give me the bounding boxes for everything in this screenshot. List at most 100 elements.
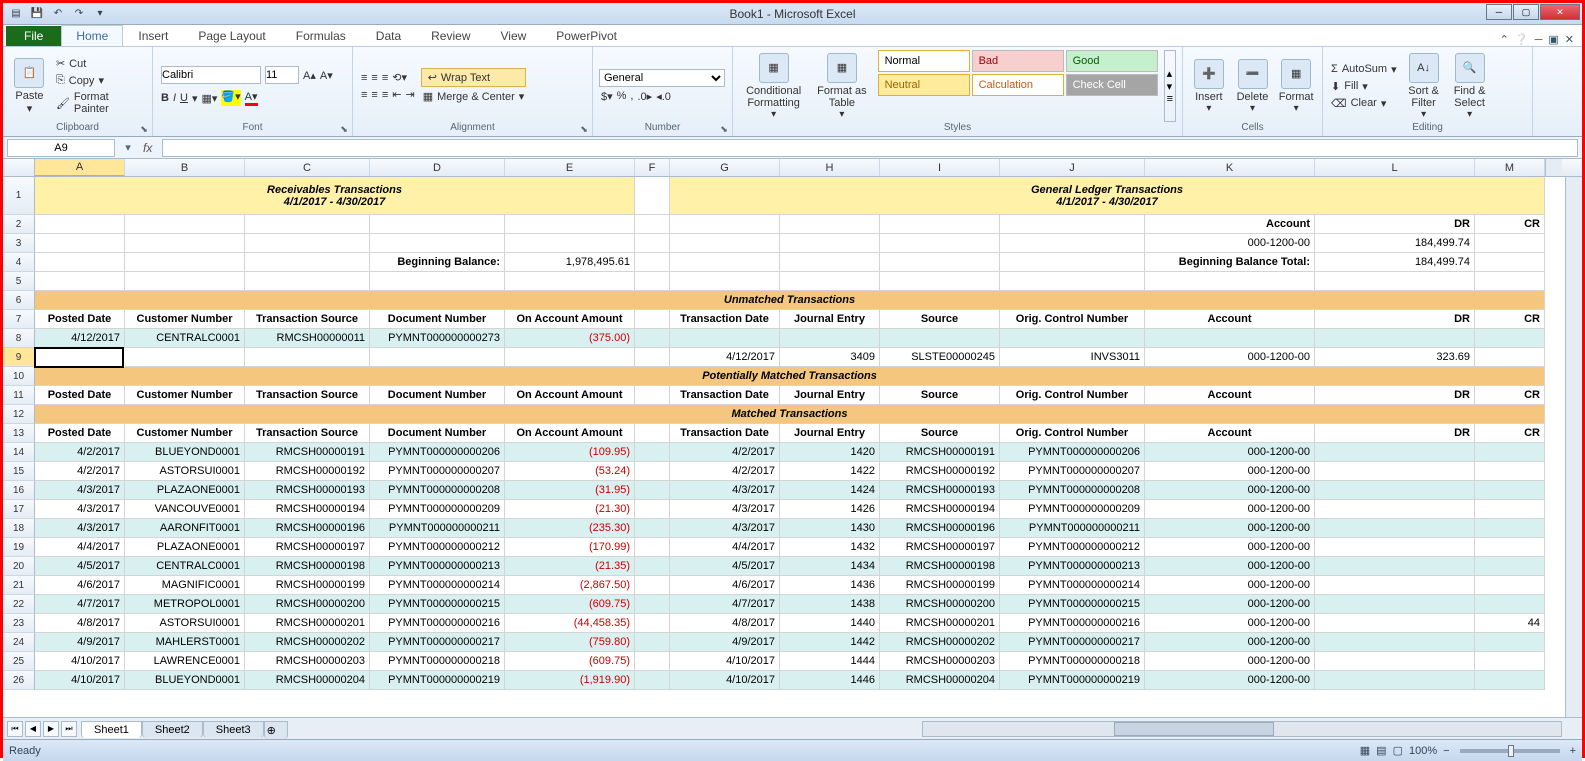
column-header-B[interactable]: B — [125, 159, 245, 176]
cell[interactable]: BLUEYOND0001 — [125, 443, 245, 462]
cell[interactable] — [1475, 633, 1545, 652]
italic-button[interactable]: I — [173, 92, 176, 104]
style-calculation[interactable]: Calculation — [972, 74, 1064, 96]
row-header[interactable]: 16 — [3, 481, 35, 500]
cell[interactable]: Document Number — [370, 310, 505, 329]
cell[interactable]: RMCSH00000197 — [880, 538, 1000, 557]
excel-icon[interactable]: ▤ — [7, 5, 25, 23]
cell[interactable]: 4/3/2017 — [670, 500, 780, 519]
cell[interactable] — [1315, 443, 1475, 462]
clipboard-launcher-icon[interactable]: ⬊ — [138, 123, 150, 135]
cell[interactable]: 000-1200-00 — [1145, 538, 1315, 557]
cell[interactable]: 4/6/2017 — [35, 576, 125, 595]
cell[interactable]: Beginning Balance Total: — [1145, 253, 1315, 272]
cell[interactable]: RMCSH00000194 — [245, 500, 370, 519]
tab-nav-prev-icon[interactable]: ◀ — [25, 721, 41, 737]
cell[interactable]: PYMNT000000000211 — [1000, 519, 1145, 538]
cell[interactable]: BLUEYOND0001 — [125, 671, 245, 690]
cell[interactable] — [1315, 538, 1475, 557]
cell[interactable] — [1000, 329, 1145, 348]
tab-view[interactable]: View — [486, 25, 542, 46]
cell[interactable] — [670, 234, 780, 253]
cell[interactable]: 4/2/2017 — [670, 443, 780, 462]
cell[interactable]: 1446 — [780, 671, 880, 690]
cell[interactable] — [505, 234, 635, 253]
cell[interactable]: PYMNT000000000218 — [1000, 652, 1145, 671]
selected-cell[interactable] — [34, 347, 124, 368]
row-header[interactable]: 8 — [3, 329, 35, 348]
potential-header[interactable]: Potentially Matched Transactions — [35, 367, 1545, 386]
tab-home[interactable]: Home — [61, 25, 123, 46]
cell[interactable]: RMCSH00000198 — [880, 557, 1000, 576]
cell[interactable]: 000-1200-00 — [1145, 234, 1315, 253]
merge-center-button[interactable]: ▦Merge & Center ▾ — [421, 89, 527, 104]
dec-decimal-icon[interactable]: ◂.0 — [656, 90, 671, 103]
cell[interactable]: RMCSH00000199 — [245, 576, 370, 595]
cell[interactable]: METROPOL0001 — [125, 595, 245, 614]
cell[interactable]: 4/2/2017 — [35, 443, 125, 462]
cell[interactable]: 1436 — [780, 576, 880, 595]
cell[interactable]: RMCSH00000011 — [245, 329, 370, 348]
cell[interactable] — [35, 215, 125, 234]
cell[interactable] — [635, 500, 670, 519]
cell[interactable] — [35, 253, 125, 272]
doc-close-icon[interactable]: ✕ — [1565, 33, 1574, 46]
column-header-L[interactable]: L — [1315, 159, 1475, 176]
cell[interactable] — [505, 215, 635, 234]
find-select-button[interactable]: 🔍Find & Select▾ — [1449, 50, 1491, 122]
cell[interactable]: PYMNT000000000214 — [370, 576, 505, 595]
cell[interactable]: 4/2/2017 — [35, 462, 125, 481]
cell[interactable] — [245, 272, 370, 291]
delete-button[interactable]: ➖Delete▾ — [1233, 50, 1273, 122]
cell[interactable] — [635, 576, 670, 595]
row-header[interactable]: 19 — [3, 538, 35, 557]
cell[interactable]: 000-1200-00 — [1145, 462, 1315, 481]
insert-button[interactable]: ➕Insert▾ — [1189, 50, 1229, 122]
tab-powerpivot[interactable]: PowerPivot — [541, 25, 632, 46]
cell[interactable]: CENTRALC0001 — [125, 557, 245, 576]
cell[interactable]: PYMNT000000000214 — [1000, 576, 1145, 595]
cell[interactable] — [1475, 253, 1545, 272]
cell[interactable]: (53.24) — [505, 462, 635, 481]
cell[interactable]: PYMNT000000000215 — [1000, 595, 1145, 614]
tab-file[interactable]: File — [6, 26, 61, 46]
cell[interactable]: Customer Number — [125, 310, 245, 329]
fill-color-button[interactable]: 🪣▾ — [221, 90, 240, 106]
cell[interactable]: PYMNT000000000209 — [370, 500, 505, 519]
percent-icon[interactable]: % — [617, 90, 627, 102]
cell[interactable]: 4/12/2017 — [670, 348, 780, 367]
cell[interactable] — [635, 652, 670, 671]
cell[interactable] — [635, 671, 670, 690]
cell[interactable]: 1,978,495.61 — [505, 253, 635, 272]
cell[interactable]: 4/5/2017 — [670, 557, 780, 576]
cell[interactable]: RMCSH00000193 — [880, 481, 1000, 500]
cell[interactable]: PYMNT000000000219 — [1000, 671, 1145, 690]
cell[interactable]: RMCSH00000200 — [880, 595, 1000, 614]
cell[interactable]: 4/10/2017 — [670, 671, 780, 690]
cell[interactable] — [880, 272, 1000, 291]
vertical-scrollbar[interactable] — [1565, 177, 1582, 717]
font-name-input[interactable] — [161, 66, 261, 84]
cell[interactable]: PYMNT000000000207 — [370, 462, 505, 481]
cell[interactable]: 000-1200-00 — [1145, 671, 1315, 690]
cell[interactable]: DR — [1315, 386, 1475, 405]
cell[interactable]: Transaction Date — [670, 386, 780, 405]
cell[interactable]: 000-1200-00 — [1145, 633, 1315, 652]
ribbon-minimize-icon[interactable]: ⌃ — [1500, 33, 1509, 46]
cell[interactable]: 1430 — [780, 519, 880, 538]
cell[interactable]: Source — [880, 386, 1000, 405]
close-button[interactable]: ✕ — [1540, 4, 1580, 20]
zoom-out-icon[interactable]: − — [1443, 745, 1449, 757]
conditional-formatting-button[interactable]: ▦Conditional Formatting ▾ — [739, 50, 808, 122]
cell[interactable]: PYMNT000000000208 — [1000, 481, 1145, 500]
cell[interactable]: RMCSH00000204 — [880, 671, 1000, 690]
cell[interactable] — [1475, 481, 1545, 500]
cell[interactable] — [635, 386, 670, 405]
cell[interactable] — [125, 348, 245, 367]
cell[interactable]: 1424 — [780, 481, 880, 500]
cell[interactable] — [880, 329, 1000, 348]
cell[interactable] — [245, 234, 370, 253]
cell[interactable]: Posted Date — [35, 310, 125, 329]
cell[interactable]: 4/8/2017 — [670, 614, 780, 633]
cell[interactable] — [1315, 614, 1475, 633]
